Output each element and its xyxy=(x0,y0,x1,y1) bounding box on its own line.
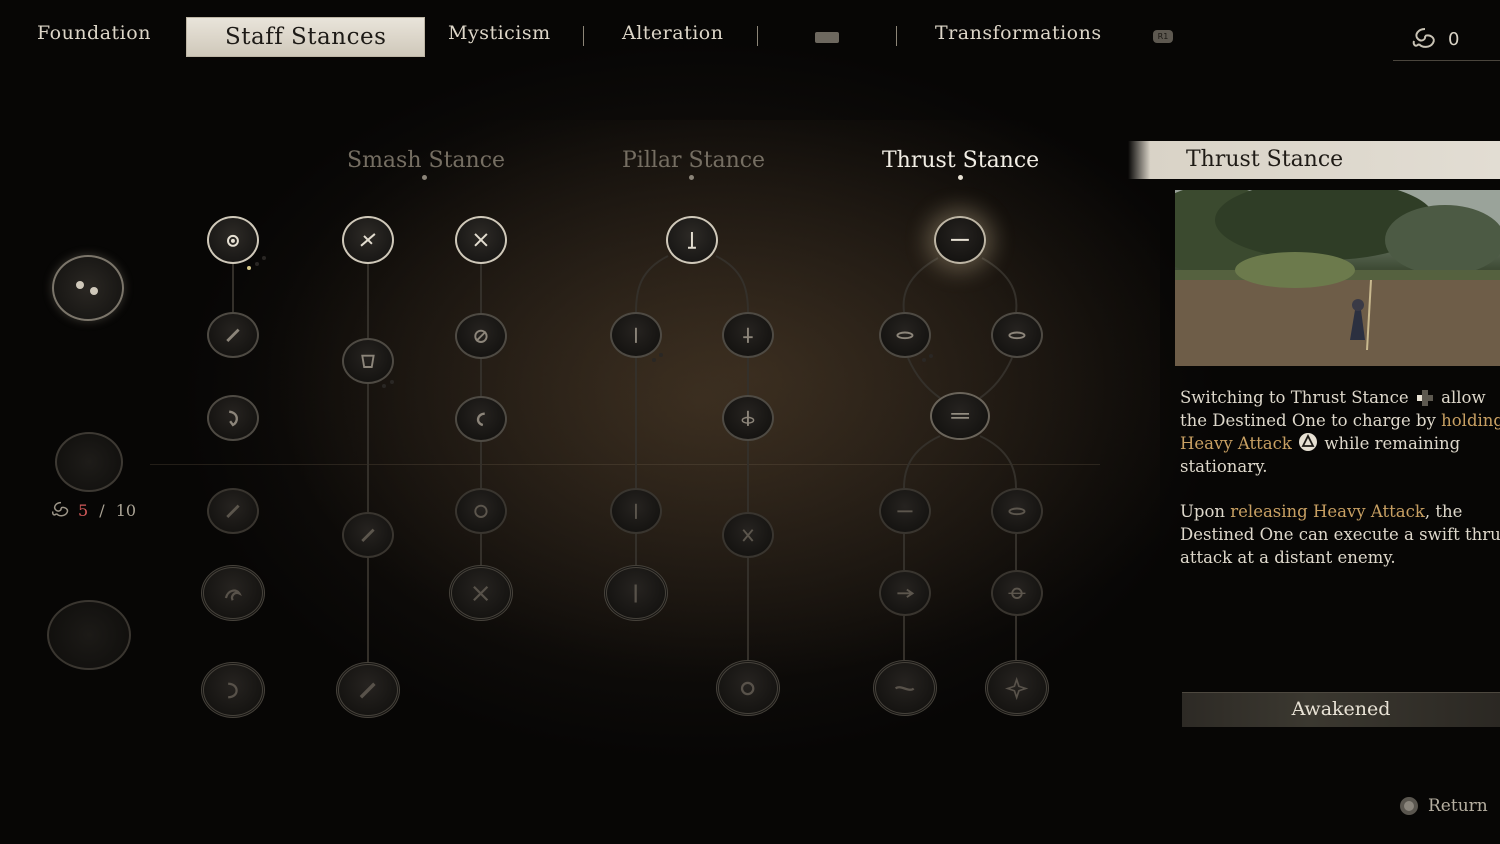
desc-text: , the xyxy=(1424,502,1463,521)
thrust-flurry-icon xyxy=(951,413,969,419)
thrust-wave-icon xyxy=(895,685,915,691)
skill-node[interactable] xyxy=(879,570,931,616)
skill-pip xyxy=(390,380,394,384)
preview-image xyxy=(1175,190,1500,366)
skill-node[interactable] xyxy=(207,395,259,441)
skill-node[interactable] xyxy=(879,488,931,534)
thrust-orbit-icon xyxy=(1008,587,1026,599)
thrust-charge-icon xyxy=(896,331,914,339)
skill-node[interactable] xyxy=(991,570,1043,616)
skill-pip xyxy=(262,256,266,260)
thrust-icon xyxy=(951,239,969,241)
skill-pip xyxy=(382,384,386,388)
skill-node[interactable] xyxy=(207,488,259,534)
skill-node[interactable] xyxy=(201,565,265,621)
return-label: Return xyxy=(1428,796,1488,816)
skill-pip xyxy=(659,353,663,357)
pillar-sweep-icon xyxy=(742,528,754,542)
detail-title: Thrust Stance xyxy=(1128,141,1500,179)
detail-description: Switching to Thrust Stance allow the Des… xyxy=(1180,386,1500,591)
pillar-spin-icon xyxy=(743,327,753,343)
skill-node[interactable] xyxy=(455,216,507,264)
skill-node[interactable] xyxy=(873,660,937,716)
pillar-rise-icon xyxy=(635,503,637,519)
skill-node[interactable] xyxy=(991,488,1043,534)
skill-node[interactable] xyxy=(604,565,668,621)
hook-icon xyxy=(228,410,238,427)
return-button[interactable]: Return xyxy=(1400,796,1488,816)
desc-text: the Destined One to charge by xyxy=(1180,411,1436,430)
thrust-feather-icon xyxy=(897,588,915,598)
desc-text: attack at a distant enemy. xyxy=(1180,548,1396,567)
skill-node[interactable] xyxy=(991,312,1043,358)
skill-node[interactable] xyxy=(336,662,400,718)
dpad-left-icon xyxy=(1416,390,1433,406)
dragon-icon xyxy=(225,588,243,601)
pillar-whirl-icon xyxy=(741,410,755,426)
skill-node[interactable] xyxy=(722,512,774,558)
skill-pip xyxy=(255,262,259,266)
skill-node[interactable] xyxy=(455,488,507,534)
desc-text: allow xyxy=(1441,388,1486,407)
skill-node[interactable] xyxy=(342,338,394,384)
awakened-status: Awakened xyxy=(1182,692,1500,727)
desc-highlight: Heavy Attack xyxy=(1180,434,1292,453)
desc-text: Destined One can execute a swift thru xyxy=(1180,525,1500,544)
thrust-pierce-icon xyxy=(1008,331,1026,339)
heavy-smash-icon xyxy=(360,682,376,698)
pillar-icon xyxy=(688,232,696,249)
desc-text: stationary. xyxy=(1180,457,1268,476)
skill-node[interactable] xyxy=(455,313,507,359)
pillar-burst-icon xyxy=(741,681,755,695)
desc-text: Switching to Thrust Stance xyxy=(1180,388,1409,407)
spark-icon xyxy=(227,235,239,247)
skill-pip xyxy=(929,354,933,358)
desc-text: while remaining xyxy=(1324,434,1461,453)
leap-icon xyxy=(361,528,375,542)
skill-node[interactable] xyxy=(342,216,394,264)
skill-node[interactable] xyxy=(455,396,507,442)
vortex-icon xyxy=(474,504,488,518)
circle-button-icon xyxy=(1400,797,1418,815)
thrust-dash-icon xyxy=(897,510,913,512)
preview-scene xyxy=(1175,190,1500,366)
skill-pip xyxy=(247,266,251,270)
detail-paragraph-1: Switching to Thrust Stance allow the Des… xyxy=(1180,386,1500,478)
pillar-strike-icon xyxy=(635,327,637,343)
smash-icon xyxy=(360,233,376,247)
cross-staff-icon xyxy=(474,233,488,247)
staff-strike-icon xyxy=(226,328,240,342)
desc-highlight: holding xyxy=(1441,411,1500,430)
triangle-button-icon xyxy=(1299,433,1318,451)
skill-node[interactable] xyxy=(201,662,265,718)
skill-node[interactable] xyxy=(610,312,662,358)
skill-node-thrust-stance[interactable] xyxy=(934,216,986,264)
pillar-slam-icon xyxy=(634,584,638,602)
skill-node[interactable] xyxy=(930,392,990,440)
detail-paragraph-2: Upon releasing Heavy Attack, the Destine… xyxy=(1180,500,1500,569)
skill-node[interactable] xyxy=(985,660,1049,716)
crescent-icon xyxy=(476,412,485,426)
skill-node[interactable] xyxy=(716,660,780,716)
skill-node[interactable] xyxy=(207,312,259,358)
desc-highlight: releasing Heavy Attack xyxy=(1230,502,1425,521)
skill-node[interactable] xyxy=(342,512,394,558)
slash-circle-icon xyxy=(474,329,488,343)
skill-node[interactable] xyxy=(722,395,774,441)
skill-node[interactable] xyxy=(610,488,662,534)
desc-text: Upon xyxy=(1180,502,1226,521)
shield-break-icon xyxy=(361,354,375,368)
skill-node[interactable] xyxy=(666,216,718,264)
thrust-star-icon xyxy=(1005,676,1029,700)
skill-node[interactable] xyxy=(207,216,259,264)
coil-icon xyxy=(228,682,239,698)
skill-pip xyxy=(652,358,656,362)
skill-node[interactable] xyxy=(449,565,513,621)
thrust-sweep-icon xyxy=(1008,507,1026,515)
staff-spin-icon xyxy=(226,504,240,518)
skill-pip xyxy=(922,358,926,362)
skill-node[interactable] xyxy=(722,312,774,358)
crossed-staves-icon xyxy=(473,585,489,601)
skill-node[interactable] xyxy=(879,312,931,358)
